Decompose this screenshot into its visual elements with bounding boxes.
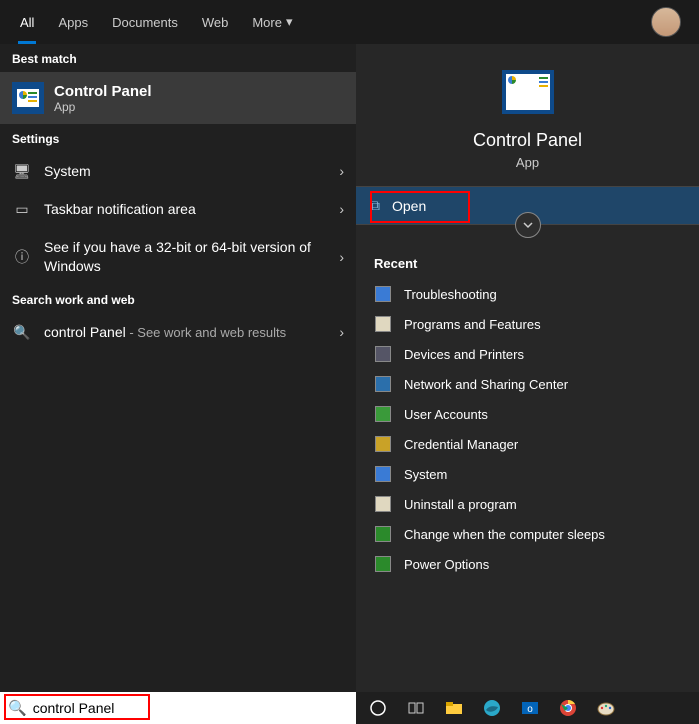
system-icon	[374, 465, 392, 483]
power-icon	[374, 525, 392, 543]
chevron-down-icon: ▾	[286, 14, 293, 30]
recent-item-users[interactable]: User Accounts	[364, 399, 691, 429]
chevron-right-icon: ›	[339, 249, 344, 265]
chevron-right-icon: ›	[339, 201, 344, 217]
paint-icon[interactable]	[588, 694, 624, 722]
recent-item-system[interactable]: System	[364, 459, 691, 489]
user-avatar[interactable]	[651, 7, 681, 37]
settings-label: Settings	[0, 124, 356, 152]
web-search-item[interactable]: 🔍 control Panel - See work and web resul…	[0, 313, 356, 352]
users-icon	[374, 405, 392, 423]
open-icon: ⧉	[370, 197, 380, 214]
recent-item-power[interactable]: Power Options	[364, 549, 691, 579]
search-box[interactable]: 🔍	[0, 692, 356, 724]
recent-item-network[interactable]: Network and Sharing Center	[364, 369, 691, 399]
search-input[interactable]	[33, 700, 348, 716]
preview-panel: Control Panel App ⧉ Open Recent Troubles…	[356, 44, 699, 692]
bottom-bar: 🔍 o	[0, 692, 699, 724]
preview-title: Control Panel	[356, 130, 699, 151]
recent-label: Recent	[356, 238, 699, 279]
svg-text:o: o	[527, 704, 533, 715]
search-filter-tabs: All Apps Documents Web More▾	[0, 0, 699, 44]
tab-more[interactable]: More▾	[240, 0, 304, 44]
file-explorer-icon[interactable]	[436, 694, 472, 722]
power-icon	[374, 555, 392, 573]
recent-item-sleep[interactable]: Change when the computer sleeps	[364, 519, 691, 549]
result-title: Control Panel	[54, 83, 152, 100]
recent-list: Troubleshooting Programs and Features De…	[356, 279, 699, 579]
taskbar: o	[356, 692, 699, 724]
recent-item-troubleshooting[interactable]: Troubleshooting	[364, 279, 691, 309]
settings-item-bitness[interactable]: ⓘ See if you have a 32-bit or 64-bit ver…	[0, 228, 356, 284]
best-match-result[interactable]: Control Panel App	[0, 72, 356, 124]
tab-all[interactable]: All	[8, 0, 46, 44]
result-subtitle: App	[54, 100, 152, 114]
network-icon	[374, 375, 392, 393]
task-view-icon[interactable]	[398, 694, 434, 722]
best-match-label: Best match	[0, 44, 356, 72]
recent-item-programs[interactable]: Programs and Features	[364, 309, 691, 339]
control-panel-icon	[12, 82, 44, 114]
search-web-label: Search work and web	[0, 285, 356, 313]
tab-apps[interactable]: Apps	[46, 0, 100, 44]
chevron-down-icon	[522, 219, 534, 231]
search-icon: 🔍	[12, 324, 32, 341]
search-icon: 🔍	[8, 699, 27, 717]
results-panel: Best match Control Panel App Settings 🖥 …	[0, 44, 356, 692]
programs-icon	[374, 315, 392, 333]
outlook-icon[interactable]: o	[512, 694, 548, 722]
expand-button[interactable]	[515, 212, 541, 238]
tab-web[interactable]: Web	[190, 0, 241, 44]
preview-subtitle: App	[356, 155, 699, 170]
recent-item-uninstall[interactable]: Uninstall a program	[364, 489, 691, 519]
cortana-icon[interactable]	[360, 694, 396, 722]
devices-icon	[374, 345, 392, 363]
tab-documents[interactable]: Documents	[100, 0, 190, 44]
chevron-right-icon: ›	[339, 163, 344, 179]
edge-icon[interactable]	[474, 694, 510, 722]
recent-item-devices[interactable]: Devices and Printers	[364, 339, 691, 369]
settings-item-taskbar[interactable]: ▭ Taskbar notification area ›	[0, 190, 356, 228]
chrome-icon[interactable]	[550, 694, 586, 722]
uninstall-icon	[374, 495, 392, 513]
taskbar-icon: ▭	[12, 201, 32, 218]
chevron-right-icon: ›	[339, 324, 344, 340]
recent-item-credential[interactable]: Credential Manager	[364, 429, 691, 459]
control-panel-icon	[502, 70, 554, 114]
troubleshooting-icon	[374, 285, 392, 303]
settings-item-system[interactable]: 🖥 System ›	[0, 152, 356, 190]
credential-icon	[374, 435, 392, 453]
monitor-icon: 🖥	[12, 163, 32, 180]
info-icon: ⓘ	[12, 247, 32, 267]
